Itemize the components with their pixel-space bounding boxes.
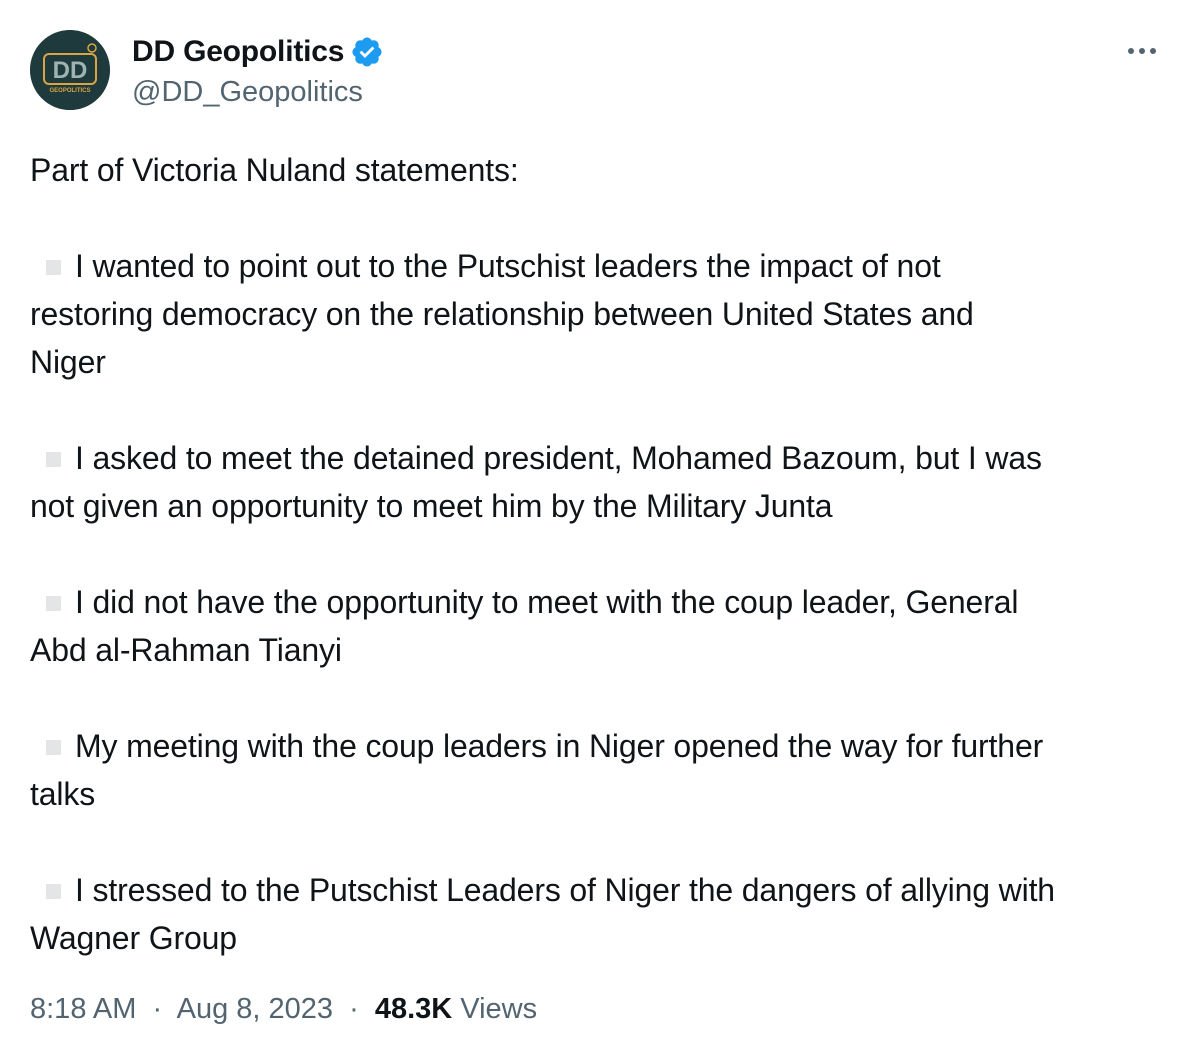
square-bullet-icon — [46, 596, 61, 611]
tweet-point-continuation: Niger — [30, 344, 106, 380]
views-count[interactable]: 48.3K — [375, 993, 452, 1025]
display-name-row: DD Geopolitics — [132, 32, 384, 72]
tweet-text: Part of Victoria Nuland statements: I wa… — [30, 146, 1165, 962]
tweet-point-continuation: not given an opportunity to meet him by … — [30, 488, 833, 524]
tweet-point: I asked to meet the detained president, … — [30, 434, 1165, 482]
tweet-point: I did not have the opportunity to meet w… — [30, 578, 1165, 626]
square-bullet-icon — [46, 260, 61, 275]
square-bullet-icon — [46, 740, 61, 755]
square-bullet-icon — [46, 884, 61, 899]
tweet-intro: Part of Victoria Nuland statements: — [30, 152, 519, 188]
tweet-header: DD GEOPOLITICS DD Geopolitics @DD_Geopol… — [30, 30, 1162, 112]
tweet-meta: 8:18 AM · Aug 8, 2023 · 48.3K Views — [30, 993, 537, 1026]
tweet-time[interactable]: 8:18 AM — [30, 993, 136, 1025]
display-name[interactable]: DD Geopolitics — [132, 35, 344, 69]
tweet-point-continuation: restoring democracy on the relationship … — [30, 296, 974, 332]
views-label: Views — [460, 993, 538, 1025]
meta-separator: · — [152, 993, 163, 1025]
avatar-text: DD — [53, 57, 88, 84]
tweet-point: I wanted to point out to the Putschist l… — [30, 242, 1165, 290]
tweet-date[interactable]: Aug 8, 2023 — [177, 993, 333, 1025]
tweet-point-continuation: Abd al-Rahman Tianyi — [30, 632, 342, 668]
avatar-subtext: GEOPOLITICS — [49, 88, 90, 94]
avatar[interactable]: DD GEOPOLITICS — [30, 30, 110, 110]
tweet-point: My meeting with the coup leaders in Nige… — [30, 722, 1165, 770]
verified-badge-icon[interactable] — [350, 35, 384, 69]
tweet-point-continuation: Wagner Group — [30, 920, 237, 956]
author-names: DD Geopolitics @DD_Geopolitics — [132, 32, 384, 109]
avatar-logo-icon: DD GEOPOLITICS — [30, 30, 110, 110]
tweet-point: I stressed to the Putschist Leaders of N… — [30, 866, 1165, 914]
author-handle[interactable]: @DD_Geopolitics — [132, 76, 384, 109]
tweet-point-continuation: talks — [30, 776, 96, 812]
square-bullet-icon — [46, 452, 61, 467]
more-options-icon[interactable] — [1122, 36, 1162, 66]
meta-separator: · — [349, 993, 359, 1025]
